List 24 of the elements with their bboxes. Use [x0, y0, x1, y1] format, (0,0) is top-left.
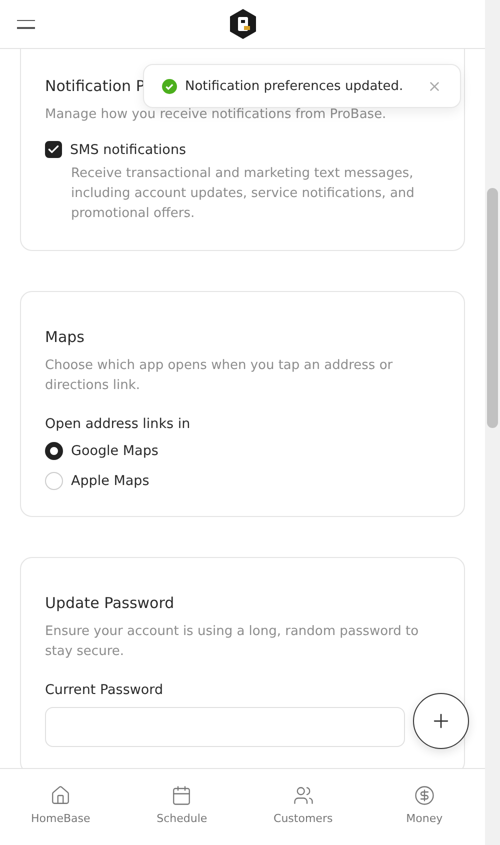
radio-label: Apple Maps [71, 473, 150, 489]
add-button[interactable] [413, 693, 469, 749]
success-icon [162, 78, 177, 94]
checkbox-label: SMS notifications [70, 142, 186, 158]
toast-message: Notification preferences updated. [185, 78, 404, 94]
scrollbar[interactable] [485, 0, 500, 845]
check-icon [47, 143, 60, 156]
radio-button[interactable] [45, 442, 63, 460]
card-description: Choose which app opens when you tap an address or directions link. [45, 357, 394, 395]
dollar-icon [414, 784, 435, 806]
calendar-icon [171, 784, 192, 806]
home-icon [50, 784, 72, 806]
logo-icon [228, 9, 256, 39]
card-description: Manage how you receive notifications from ProBase. [45, 106, 388, 124]
people-icon [292, 784, 314, 806]
radio-label: Google Maps [71, 443, 158, 459]
card-description: Ensure your account is using a long, random password to stay secure. [45, 623, 420, 661]
field-label: Current Password [45, 682, 164, 698]
checkbox[interactable] [45, 141, 62, 158]
password-field[interactable] [45, 707, 405, 747]
card-title: Update Password [45, 594, 174, 612]
option-description: Receive transactional and marketing text messages, including account updates, service notifications, and promotional offers. [70, 165, 416, 223]
group-label: Open address links in [45, 416, 192, 432]
card-title: Maps [45, 328, 84, 346]
